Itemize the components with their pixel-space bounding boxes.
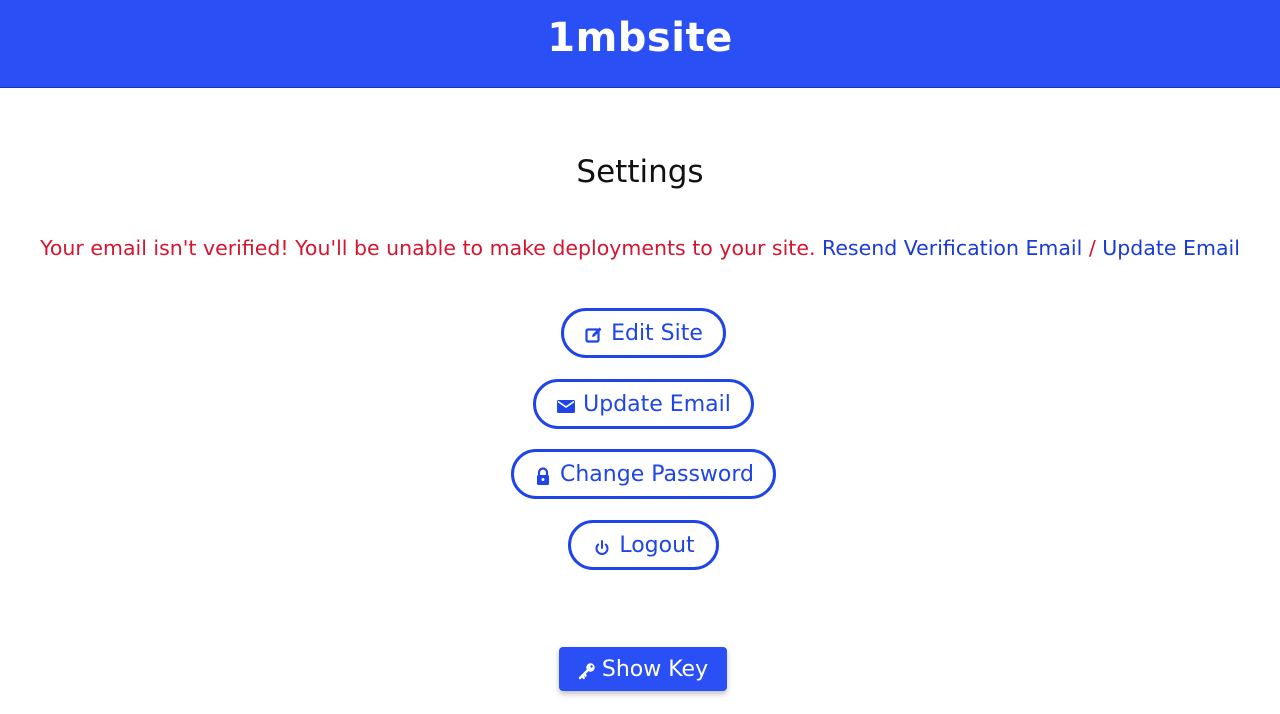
logout-button[interactable]: Logout <box>568 520 719 570</box>
logout-label: Logout <box>619 532 695 558</box>
edit-icon <box>584 325 604 345</box>
update-email-link[interactable]: Update Email <box>1102 236 1240 260</box>
resend-verification-link[interactable]: Resend Verification Email <box>822 236 1082 260</box>
email-unverified-notice: Your email isn't verified! You'll be una… <box>0 236 1280 260</box>
edit-site-button[interactable]: Edit Site <box>561 308 726 358</box>
page-title: Settings <box>576 154 704 190</box>
change-password-label: Change Password <box>560 461 754 487</box>
edit-site-label: Edit Site <box>611 320 703 346</box>
change-password-button[interactable]: Change Password <box>511 449 776 499</box>
key-icon <box>578 662 596 680</box>
update-email-button[interactable]: Update Email <box>533 379 754 429</box>
show-key-label: Show Key <box>601 656 709 682</box>
update-email-label: Update Email <box>583 391 731 417</box>
power-icon <box>592 537 612 557</box>
envelope-icon <box>556 396 576 416</box>
lock-icon <box>533 466 553 486</box>
top-bar: 1mbsite <box>0 0 1280 88</box>
show-key-button[interactable]: Show Key <box>559 647 727 691</box>
notice-message: Your email isn't verified! You'll be una… <box>40 236 822 260</box>
notice-separator: / <box>1082 236 1103 260</box>
brand-logo[interactable]: 1mbsite <box>547 15 732 61</box>
